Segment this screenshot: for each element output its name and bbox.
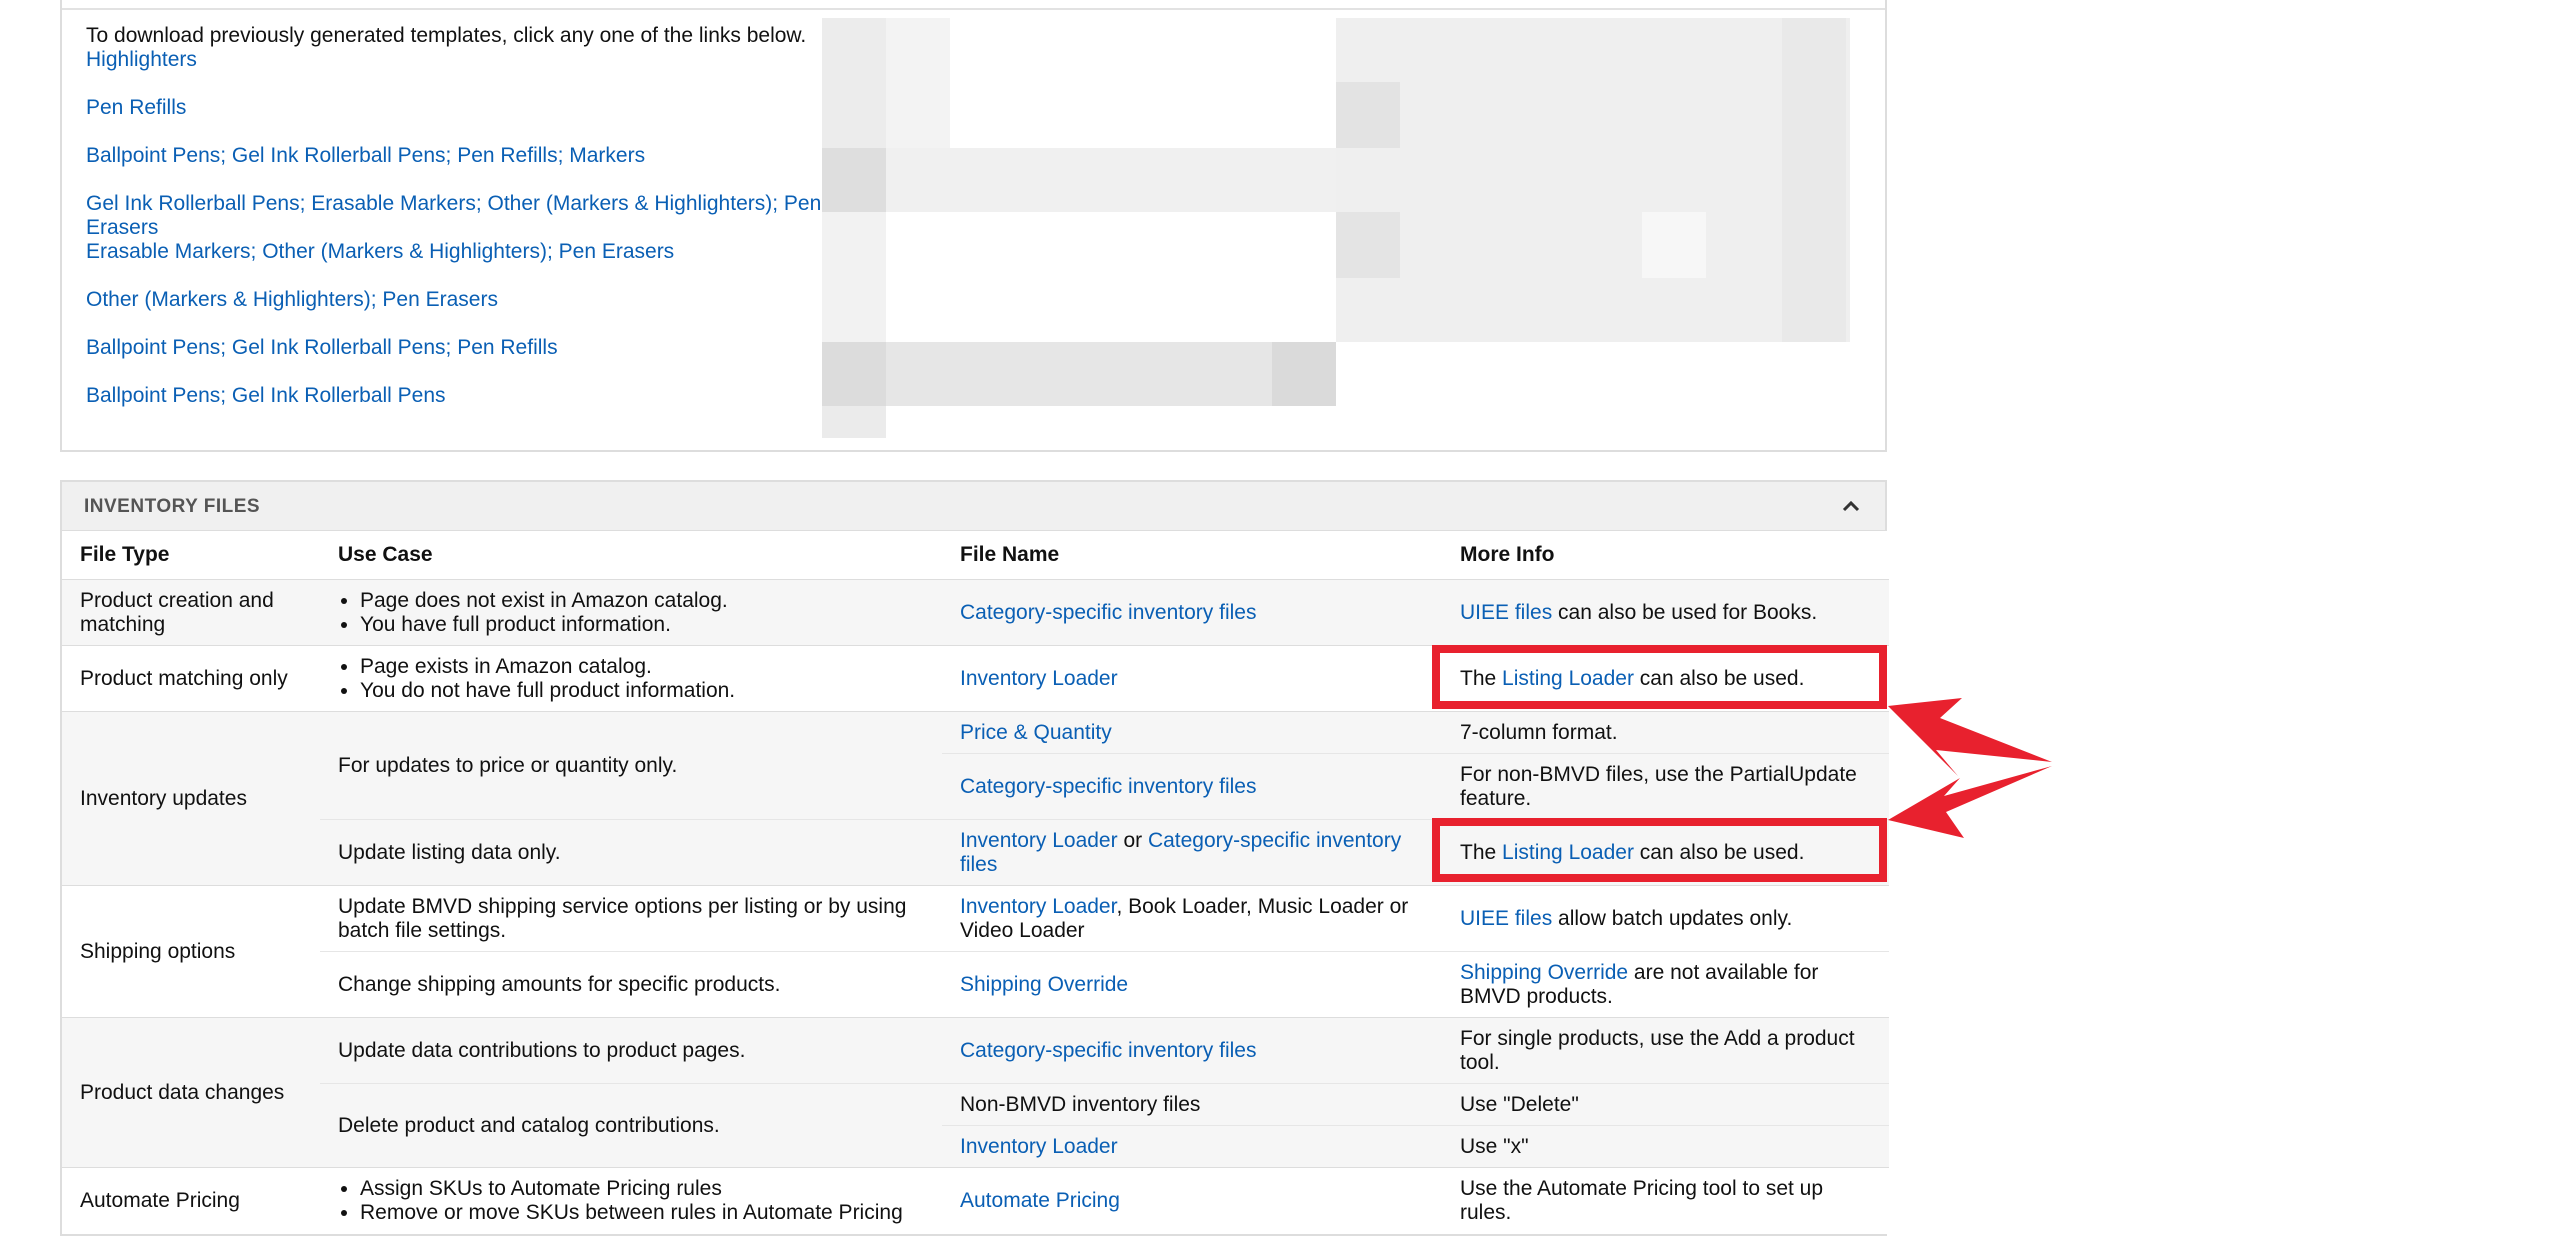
templates-intro-text: To download previously generated templat…	[86, 24, 807, 47]
use-case-item: Page exists in Amazon catalog.	[360, 655, 924, 679]
file-type-cell: Product matching only	[62, 645, 320, 712]
header-more-info: More Info	[1442, 531, 1889, 580]
use-case-cell: Change shipping amounts for specific pro…	[320, 951, 942, 1018]
more-info-cell: Use the Automate Pricing tool to set up …	[1442, 1167, 1889, 1234]
use-case-cell: Page exists in Amazon catalog. You do no…	[320, 645, 942, 712]
more-info-cell: UIEE files allow batch updates only.	[1442, 885, 1889, 952]
table-row: Delete product and catalog contributions…	[62, 1083, 1889, 1168]
highlight-box-update-listing	[1432, 818, 1887, 882]
file-name-cell: Inventory Loader	[942, 1125, 1442, 1168]
file-type-cell: Inventory updates	[62, 711, 320, 886]
file-name-cell: Category-specific inventory files	[942, 1017, 1442, 1084]
use-case-cell: For updates to price or quantity only.	[320, 711, 942, 820]
annotation-arrows	[1888, 698, 2052, 838]
more-info-cell: For non-BMVD files, use the PartialUpdat…	[1442, 753, 1889, 820]
inventory-files-header[interactable]: INVENTORY FILES	[62, 482, 1885, 531]
section-title: INVENTORY FILES	[84, 496, 261, 517]
pixelated-redaction	[822, 18, 1862, 438]
header-file-name: File Name	[942, 531, 1442, 580]
file-name-cell: Category-specific inventory files	[942, 753, 1442, 820]
use-case-cell: Assign SKUs to Automate Pricing rules Re…	[320, 1167, 942, 1234]
uiee-files-link[interactable]: UIEE files	[1460, 601, 1552, 624]
use-case-cell: Update BMVD shipping service options per…	[320, 885, 942, 952]
template-link-pen-refills[interactable]: Pen Refills	[86, 96, 846, 120]
arrow-down-icon	[1888, 766, 2052, 838]
use-case-item: Page does not exist in Amazon catalog.	[360, 589, 924, 613]
more-info-cell: Use "x"	[1442, 1125, 1889, 1168]
header-file-type: File Type	[62, 531, 320, 580]
header-use-case: Use Case	[320, 531, 942, 580]
category-inventory-files-link[interactable]: Category-specific inventory files	[960, 1039, 1256, 1062]
template-link-other-erasers[interactable]: Other (Markers & Highlighters); Pen Eras…	[86, 288, 846, 312]
use-case-cell: Page does not exist in Amazon catalog. Y…	[320, 579, 942, 646]
price-quantity-link[interactable]: Price & Quantity	[960, 721, 1112, 744]
table-row: Product creation and matching Page does …	[62, 579, 1889, 646]
file-name-cell: Price & Quantity	[942, 711, 1442, 754]
table-header-row: File Type Use Case File Name More Info	[62, 531, 1889, 580]
panel-top-divider	[62, 8, 1885, 10]
file-name-cell: Inventory Loader or Category-specific in…	[942, 819, 1442, 886]
file-name-cell: Inventory Loader	[942, 645, 1442, 712]
file-type-cell: Product creation and matching	[62, 579, 320, 646]
inventory-files-table: File Type Use Case File Name More Info P…	[62, 531, 1889, 1234]
use-case-cell: Update data contributions to product pag…	[320, 1017, 942, 1084]
file-name-cell: Non-BMVD inventory files	[942, 1083, 1442, 1126]
template-links-list: Highlighters Pen Refills Ballpoint Pens;…	[86, 48, 846, 432]
templates-panel: To download previously generated templat…	[60, 0, 1887, 452]
table-row: Automate Pricing Assign SKUs to Automate…	[62, 1167, 1889, 1234]
file-name-cell: Category-specific inventory files	[942, 579, 1442, 646]
template-link-ballpoint-gel-refills-markers[interactable]: Ballpoint Pens; Gel Ink Rollerball Pens;…	[86, 144, 846, 168]
file-name-cell: Automate Pricing	[942, 1167, 1442, 1234]
template-link-highlighters[interactable]: Highlighters	[86, 48, 846, 72]
use-case-cell: Update listing data only.	[320, 819, 942, 886]
inventory-loader-link[interactable]: Inventory Loader	[960, 895, 1116, 918]
use-case-item: Remove or move SKUs between rules in Aut…	[360, 1201, 924, 1225]
use-case-item: You have full product information.	[360, 613, 924, 637]
use-case-item: Assign SKUs to Automate Pricing rules	[360, 1177, 924, 1201]
use-case-item: You do not have full product information…	[360, 679, 924, 703]
more-info-cell: 7-column format.	[1442, 711, 1889, 754]
use-case-cell: Delete product and catalog contributions…	[320, 1083, 942, 1168]
highlight-box-product-matching	[1432, 645, 1887, 709]
inventory-loader-link[interactable]: Inventory Loader	[960, 829, 1118, 852]
template-link-ballpoint-gel[interactable]: Ballpoint Pens; Gel Ink Rollerball Pens	[86, 384, 846, 408]
category-inventory-files-link[interactable]: Category-specific inventory files	[960, 775, 1256, 798]
file-name-cell: Shipping Override	[942, 951, 1442, 1018]
template-link-gel-erasable-other-erasers[interactable]: Gel Ink Rollerball Pens; Erasable Marker…	[86, 192, 846, 240]
shipping-override-link[interactable]: Shipping Override	[960, 973, 1128, 996]
table-row: Inventory updates For updates to price o…	[62, 711, 1889, 886]
category-inventory-files-link[interactable]: Category-specific inventory files	[960, 601, 1256, 624]
template-link-ballpoint-gel-refills[interactable]: Ballpoint Pens; Gel Ink Rollerball Pens;…	[86, 336, 846, 360]
uiee-files-link[interactable]: UIEE files	[1460, 907, 1552, 930]
automate-pricing-link[interactable]: Automate Pricing	[960, 1189, 1120, 1212]
template-link-erasable-other-erasers[interactable]: Erasable Markers; Other (Markers & Highl…	[86, 240, 846, 264]
file-type-cell: Shipping options	[62, 885, 320, 1018]
table-row: Change shipping amounts for specific pro…	[62, 951, 1889, 1018]
file-type-cell: Product data changes	[62, 1017, 320, 1168]
more-info-cell: Use "Delete"	[1442, 1083, 1889, 1126]
file-type-cell: Automate Pricing	[62, 1167, 320, 1234]
inventory-loader-link[interactable]: Inventory Loader	[960, 667, 1118, 690]
shipping-override-link[interactable]: Shipping Override	[1460, 961, 1628, 984]
chevron-up-icon[interactable]	[1837, 492, 1865, 520]
table-row: Product data changes Update data contrib…	[62, 1017, 1889, 1168]
arrow-up-icon	[1888, 698, 2052, 776]
more-info-cell: Shipping Override are not available for …	[1442, 951, 1889, 1018]
inventory-loader-link[interactable]: Inventory Loader	[960, 1135, 1118, 1158]
more-info-cell: For single products, use the Add a produ…	[1442, 1017, 1889, 1084]
file-name-cell: Inventory Loader, Book Loader, Music Loa…	[942, 885, 1442, 952]
more-info-cell: UIEE files can also be used for Books.	[1442, 579, 1889, 646]
table-row: Shipping options Update BMVD shipping se…	[62, 885, 1889, 1018]
